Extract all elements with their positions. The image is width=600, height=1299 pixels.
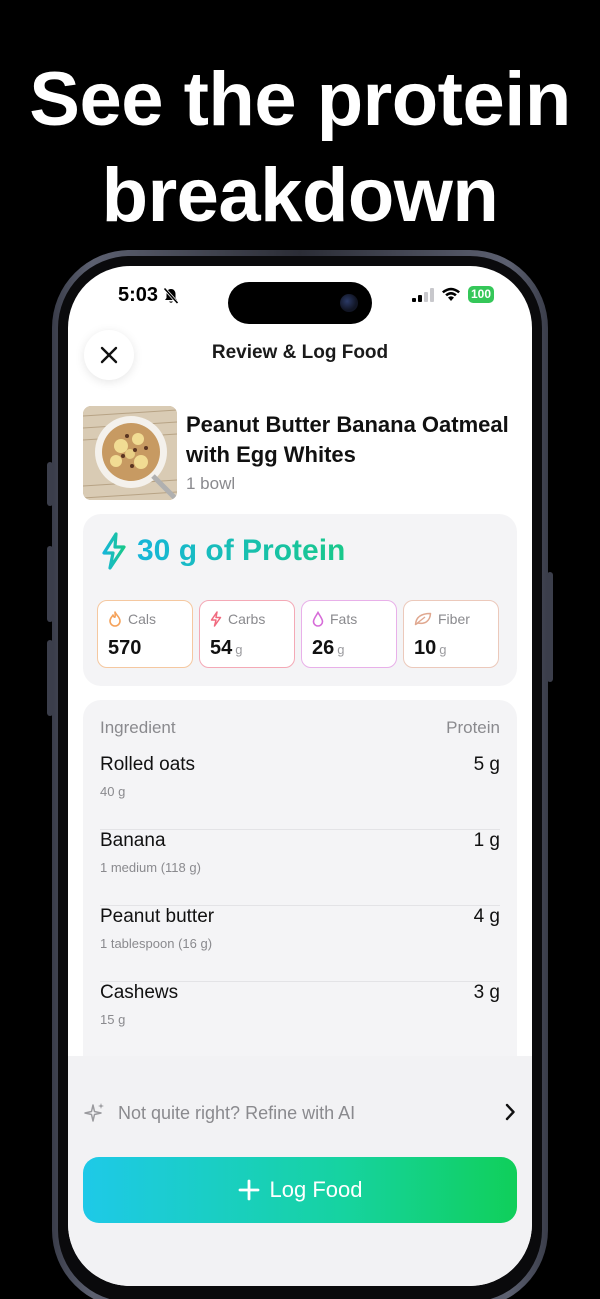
ingredient-protein: 5 g xyxy=(473,754,500,775)
macro-fiber-value: 10 xyxy=(414,637,437,659)
macro-fiber-label: Fiber xyxy=(438,611,470,627)
battery-indicator: 100 xyxy=(467,286,494,303)
macro-list: Cals 570 Carbs 54 g Fats 26 g Fiber 10 g xyxy=(97,600,499,668)
bolt-icon xyxy=(102,532,126,570)
macro-cals-label: Cals xyxy=(128,611,157,627)
refine-label: Not quite right? Refine with AI xyxy=(118,1102,356,1123)
drop-icon xyxy=(312,611,324,627)
ingredient-name: Banana xyxy=(100,830,166,851)
ingredient-row[interactable]: Rolled oats 40 g 5 g xyxy=(100,754,500,830)
protein-total: 30 g of Protein xyxy=(137,534,346,567)
food-photo xyxy=(83,406,177,500)
macro-fats-label: Fats xyxy=(330,611,358,627)
status-time: 5:03 xyxy=(118,284,179,307)
ingredient-amount: 1 tablespoon (16 g) xyxy=(100,936,213,951)
macro-cals: Cals 570 xyxy=(97,600,193,668)
signal-icon xyxy=(411,287,434,302)
ingredient-column-header: Ingredient xyxy=(100,718,176,737)
macro-carbs-value: 54 xyxy=(210,637,233,659)
macro-fiber: Fiber 10 g xyxy=(403,600,499,668)
front-camera xyxy=(340,294,358,312)
ingredient-protein: 3 g xyxy=(473,982,500,1003)
status-indicators: 100 xyxy=(411,286,494,303)
wifi-icon xyxy=(441,287,460,301)
ingredient-row[interactable]: Cashews 15 g 3 g xyxy=(100,982,500,1058)
ingredient-name: Cashews xyxy=(100,982,179,1003)
bell-slash-icon xyxy=(163,286,179,304)
macro-carbs-unit: g xyxy=(235,642,243,657)
volume-up-button xyxy=(47,546,53,622)
macro-fats: Fats 26 g xyxy=(301,600,397,668)
log-food-label: Log Food xyxy=(269,1177,363,1202)
leaf-icon xyxy=(414,612,432,626)
status-time-text: 5:03 xyxy=(118,284,159,306)
ingredient-amount: 1 medium (118 g) xyxy=(100,860,201,875)
flame-icon xyxy=(109,611,121,627)
ingredients-header: Ingredient Protein xyxy=(100,718,500,738)
bolt-icon xyxy=(210,611,222,627)
chevron-right-icon xyxy=(505,1103,515,1121)
macro-fats-value: 26 xyxy=(312,637,335,659)
log-food-button[interactable]: Log Food xyxy=(83,1157,517,1223)
phone-screen: 5:03 100 Review & Log Food Peanut Butter… xyxy=(68,266,532,1286)
headline-line-1: See the protein xyxy=(29,57,571,142)
volume-down-button xyxy=(47,640,53,716)
macro-carbs-label: Carbs xyxy=(228,611,266,627)
headline: See the protein breakdown xyxy=(0,52,600,244)
protein-title: 30 g of Protein xyxy=(101,532,345,570)
action-button xyxy=(47,462,53,506)
dynamic-island xyxy=(228,282,372,324)
ingredient-protein: 4 g xyxy=(473,906,500,927)
ingredient-row[interactable]: Peanut butter 1 tablespoon (16 g) 4 g xyxy=(100,906,500,982)
power-button xyxy=(547,572,553,682)
ingredient-amount: 15 g xyxy=(100,1012,126,1027)
ingredient-protein: 1 g xyxy=(473,830,500,851)
macro-fats-unit: g xyxy=(337,642,345,657)
ingredient-name: Rolled oats xyxy=(100,754,196,775)
protein-column-header: Protein xyxy=(446,718,500,737)
sparkles-icon xyxy=(84,1103,104,1122)
food-name: Peanut Butter Banana Oatmeal with Egg Wh… xyxy=(186,412,509,467)
plus-icon xyxy=(238,1179,259,1201)
ingredient-amount: 40 g xyxy=(100,784,126,799)
macro-cals-value: 570 xyxy=(108,637,142,659)
page-title: Review & Log Food xyxy=(211,342,389,363)
ingredient-row[interactable]: Banana 1 medium (118 g) 1 g xyxy=(100,830,500,906)
macro-carbs: Carbs 54 g xyxy=(199,600,295,668)
ingredient-name: Peanut butter xyxy=(100,906,215,927)
refine-with-ai-button[interactable]: Not quite right? Refine with AI xyxy=(84,1098,516,1128)
food-serving: 1 bowl xyxy=(186,474,236,493)
protein-summary-card: 30 g of Protein Cals 570 Carbs 54 g Fats… xyxy=(83,514,517,686)
macro-fiber-unit: g xyxy=(439,642,447,657)
headline-line-2: breakdown xyxy=(101,153,499,238)
